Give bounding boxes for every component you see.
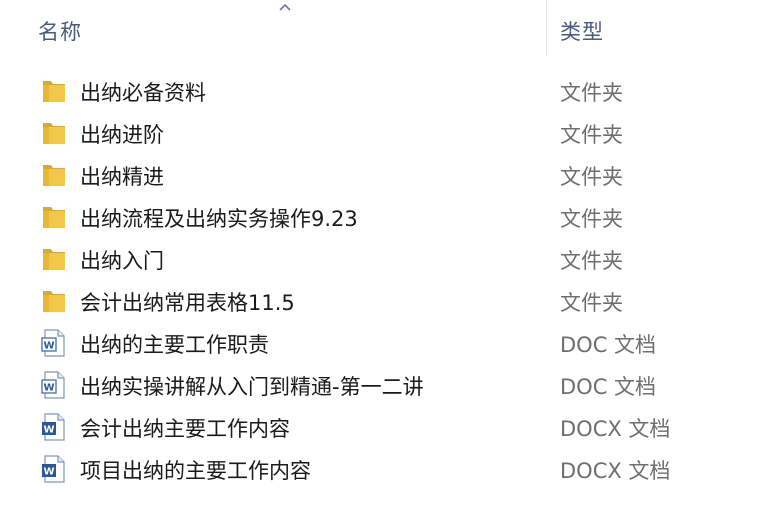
file-type: DOC 文档 bbox=[560, 333, 657, 357]
folder-icon bbox=[43, 249, 65, 270]
word-doc-icon: W bbox=[41, 329, 65, 357]
svg-text:W: W bbox=[43, 383, 54, 394]
file-type: 文件夹 bbox=[560, 291, 623, 315]
svg-text:W: W bbox=[43, 425, 54, 436]
word-docx-icon: W bbox=[42, 455, 65, 483]
type-column-header[interactable]: 类型 bbox=[560, 16, 604, 46]
file-row[interactable]: W 出纳的主要工作职责 DOC 文档 bbox=[0, 322, 770, 364]
file-name: 出纳精进 bbox=[80, 165, 164, 189]
file-name: 出纳实操讲解从入门到精通-第一二讲 bbox=[80, 375, 424, 399]
column-divider[interactable] bbox=[546, 0, 547, 56]
file-row[interactable]: 出纳进阶 文件夹 bbox=[0, 112, 770, 154]
svg-text:W: W bbox=[43, 341, 54, 352]
file-row[interactable]: 会计出纳常用表格11.5 文件夹 bbox=[0, 280, 770, 322]
svg-text:W: W bbox=[43, 467, 54, 478]
file-list: 出纳必备资料 文件夹 出纳进阶 文件夹 出纳精进 文件夹 出纳流程及出纳实务操作… bbox=[0, 70, 770, 490]
file-row[interactable]: 出纳流程及出纳实务操作9.23 文件夹 bbox=[0, 196, 770, 238]
file-type: DOCX 文档 bbox=[560, 459, 671, 483]
word-docx-icon: W bbox=[42, 413, 65, 441]
file-name: 会计出纳主要工作内容 bbox=[80, 417, 290, 441]
folder-icon bbox=[43, 207, 65, 228]
folder-icon bbox=[43, 123, 65, 144]
file-row[interactable]: 出纳精进 文件夹 bbox=[0, 154, 770, 196]
file-type: 文件夹 bbox=[560, 165, 623, 189]
file-row[interactable]: 出纳入门 文件夹 bbox=[0, 238, 770, 280]
file-type: 文件夹 bbox=[560, 81, 623, 105]
column-header-bar: 名称 类型 bbox=[0, 0, 770, 62]
file-row[interactable]: 出纳必备资料 文件夹 bbox=[0, 70, 770, 112]
file-row[interactable]: W 出纳实操讲解从入门到精通-第一二讲 DOC 文档 bbox=[0, 364, 770, 406]
name-column-header[interactable]: 名称 bbox=[38, 16, 82, 46]
file-name: 出纳的主要工作职责 bbox=[80, 333, 269, 357]
file-type: DOC 文档 bbox=[560, 375, 657, 399]
file-type: DOCX 文档 bbox=[560, 417, 671, 441]
sort-ascending-icon[interactable] bbox=[278, 2, 292, 12]
file-name: 出纳进阶 bbox=[80, 123, 164, 147]
file-name: 会计出纳常用表格11.5 bbox=[80, 291, 295, 315]
file-type: 文件夹 bbox=[560, 207, 623, 231]
folder-icon bbox=[43, 165, 65, 186]
file-name: 出纳流程及出纳实务操作9.23 bbox=[80, 207, 358, 231]
word-doc-icon: W bbox=[41, 371, 65, 399]
file-type: 文件夹 bbox=[560, 249, 623, 273]
folder-icon bbox=[43, 291, 65, 312]
file-row[interactable]: W 项目出纳的主要工作内容 DOCX 文档 bbox=[0, 448, 770, 490]
file-name: 出纳必备资料 bbox=[80, 81, 206, 105]
file-name: 项目出纳的主要工作内容 bbox=[80, 459, 311, 483]
file-name: 出纳入门 bbox=[80, 249, 164, 273]
folder-icon bbox=[43, 81, 65, 102]
file-type: 文件夹 bbox=[560, 123, 623, 147]
file-row[interactable]: W 会计出纳主要工作内容 DOCX 文档 bbox=[0, 406, 770, 448]
